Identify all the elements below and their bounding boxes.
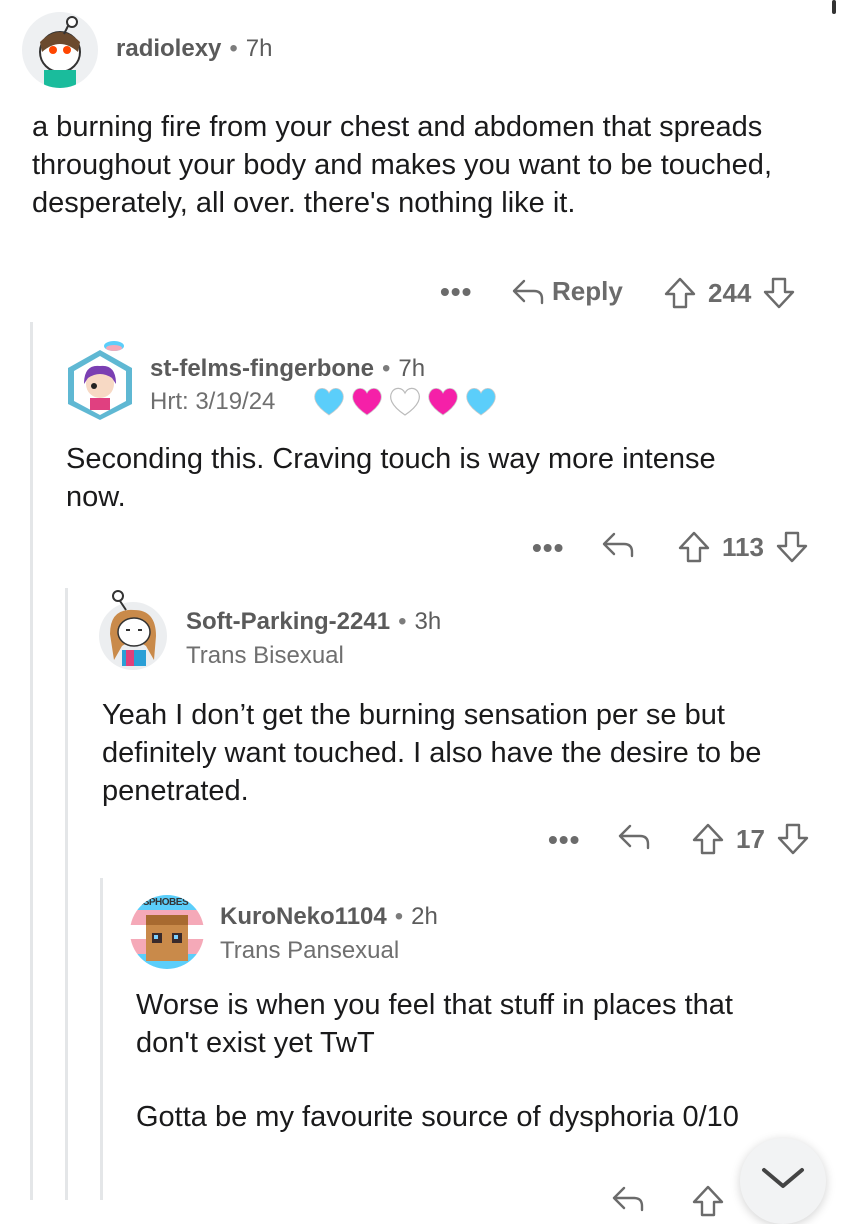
scroll-indicator <box>832 0 836 14</box>
timestamp: 7h <box>245 35 273 62</box>
heart-icon <box>352 387 382 416</box>
thread-line-2 <box>65 588 68 1200</box>
separator: • <box>394 903 404 930</box>
heart-icon <box>314 387 344 416</box>
user-flair: Trans Pansexual <box>220 937 400 964</box>
vote-controls: 244 <box>662 276 797 310</box>
upvote-icon <box>692 1185 724 1217</box>
reply-icon <box>512 279 544 304</box>
separator: • <box>398 608 407 635</box>
thread-line-3 <box>100 878 103 1200</box>
avatar[interactable]: NSPHOBES <box>130 895 204 969</box>
thread-line-1 <box>30 322 33 1200</box>
more-options-button[interactable]: ••• <box>532 532 564 564</box>
downvote-icon[interactable] <box>761 276 797 310</box>
comment-body: Worse is when you feel that stuff in pla… <box>136 989 733 1059</box>
separator: • <box>229 35 238 62</box>
comment-body: a burning fire from your chest and abdom… <box>32 111 772 219</box>
upvote-button[interactable] <box>690 1184 726 1218</box>
more-options-button[interactable]: ••• <box>548 824 580 856</box>
upvote-icon[interactable] <box>662 276 698 310</box>
reply-button[interactable] <box>600 530 636 560</box>
reply-button[interactable] <box>616 822 652 852</box>
avatar[interactable] <box>22 12 98 88</box>
timestamp: 2h <box>411 903 438 930</box>
comment-header: KuroNeko1104 • 2h <box>220 903 438 931</box>
downvote-icon[interactable] <box>774 530 810 564</box>
upvote-icon[interactable] <box>690 822 726 856</box>
heart-icon <box>428 387 458 416</box>
comment-body-paragraph-2: Gotta be my favourite source of dysphori… <box>136 1101 739 1133</box>
avatar[interactable] <box>62 340 138 420</box>
score: 113 <box>722 531 764 562</box>
user-flair: Hrt: 3/19/24 <box>150 388 276 415</box>
upvote-icon[interactable] <box>676 530 712 564</box>
username[interactable]: radiolexy <box>116 35 221 62</box>
scroll-down-button[interactable] <box>740 1138 826 1224</box>
vote-controls: 17 <box>690 822 811 856</box>
comment-body: Seconding this. Craving touch is way mor… <box>66 443 716 513</box>
downvote-icon[interactable] <box>775 822 811 856</box>
comment-header: st-felms-fingerbone • 7h <box>150 355 425 383</box>
reply-button[interactable] <box>610 1184 646 1214</box>
more-options-button[interactable]: ••• <box>440 276 472 308</box>
user-flair: Trans Bisexual <box>186 642 344 669</box>
comment-body: Yeah I don’t get the burning sensation p… <box>102 699 762 807</box>
username[interactable]: st-felms-fingerbone <box>150 355 374 382</box>
vote-controls: 113 <box>676 530 810 564</box>
heart-icon <box>466 387 496 416</box>
reply-icon <box>602 532 634 558</box>
chevron-down-icon <box>762 1168 804 1188</box>
separator: • <box>382 355 391 382</box>
score: 244 <box>708 277 752 308</box>
reply-button[interactable]: Reply <box>510 276 623 307</box>
heart-icon <box>390 387 420 416</box>
score: 17 <box>736 823 765 854</box>
username[interactable]: KuroNeko1104 <box>220 903 387 930</box>
flair-hearts <box>312 385 498 417</box>
reply-label: Reply <box>552 276 623 306</box>
timestamp: 3h <box>414 608 442 635</box>
comment-header: Soft-Parking-2241 • 3h <box>186 608 441 636</box>
username[interactable]: Soft-Parking-2241 <box>186 608 390 635</box>
timestamp: 7h <box>398 355 426 382</box>
reply-icon <box>618 824 650 850</box>
comment-header: radiolexy • 7h <box>116 35 273 63</box>
avatar-banner-text: NSPHOBES <box>136 897 189 908</box>
avatar[interactable] <box>96 590 170 670</box>
reply-icon <box>612 1186 644 1212</box>
